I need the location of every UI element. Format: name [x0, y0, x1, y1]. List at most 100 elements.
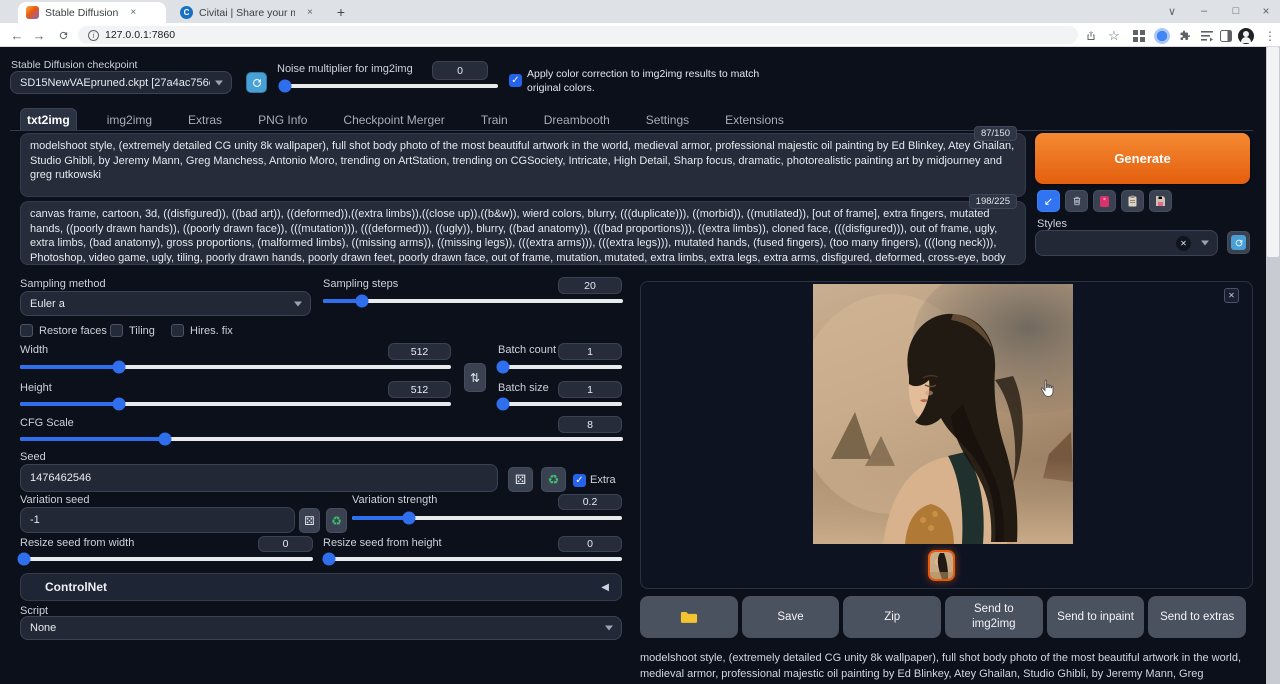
- variation-strength-slider[interactable]: [352, 516, 622, 520]
- negative-token-counter: 198/225: [969, 194, 1017, 209]
- save-button[interactable]: Save: [742, 596, 840, 638]
- tab-train[interactable]: Train: [475, 109, 514, 131]
- browser-menu-icon[interactable]: ⋮: [1262, 28, 1278, 44]
- window-minimize-button[interactable]: –: [1194, 3, 1214, 19]
- styles-clear-icon[interactable]: ✕: [1176, 236, 1191, 251]
- blue-extension-icon[interactable]: [1154, 28, 1170, 44]
- send-to-img2img-button[interactable]: Send to img2img: [945, 596, 1043, 638]
- hires-fix-checkbox[interactable]: [171, 324, 184, 337]
- send-to-inpaint-button[interactable]: Send to inpaint: [1047, 596, 1145, 638]
- variation-seed-input[interactable]: [20, 507, 295, 533]
- tiling-checkbox[interactable]: [110, 324, 123, 337]
- hires-fix-label: Hires. fix: [190, 325, 233, 337]
- restore-faces-label: Restore faces: [39, 325, 107, 337]
- tab-img2img[interactable]: img2img: [101, 109, 158, 131]
- checkpoint-refresh-button[interactable]: [246, 72, 267, 93]
- clear-prompt-button[interactable]: [1065, 190, 1088, 212]
- sampling-method-dropdown[interactable]: Euler a: [20, 291, 311, 316]
- noise-multiplier-slider[interactable]: [281, 84, 498, 88]
- color-correction-checkbox[interactable]: ✓: [509, 74, 522, 87]
- resize-seed-height-input[interactable]: [558, 536, 622, 552]
- profile-avatar[interactable]: [1238, 28, 1254, 44]
- noise-multiplier-label: Noise multiplier for img2img: [277, 63, 413, 75]
- variation-strength-input[interactable]: [558, 494, 622, 510]
- tab-close-icon[interactable]: ×: [130, 7, 136, 18]
- variation-reuse-seed-button[interactable]: ♻: [326, 508, 347, 533]
- window-close-button[interactable]: ×: [1256, 3, 1276, 19]
- width-input[interactable]: [388, 343, 451, 360]
- browser-tab-civitai[interactable]: C Civitai | Share your models ×: [172, 2, 324, 23]
- sampling-method-label: Sampling method: [20, 278, 106, 290]
- forward-icon[interactable]: →: [30, 26, 48, 44]
- seed-input[interactable]: [20, 464, 498, 492]
- browser-tab-stable-diffusion[interactable]: Stable Diffusion ×: [18, 2, 166, 23]
- back-icon[interactable]: ←: [8, 26, 26, 44]
- resize-seed-width-input[interactable]: [258, 536, 313, 552]
- tab-extensions[interactable]: Extensions: [719, 109, 790, 131]
- gallery-thumbnail[interactable]: [928, 550, 955, 581]
- batch-size-slider[interactable]: [498, 402, 622, 406]
- zip-button[interactable]: Zip: [843, 596, 941, 638]
- tab-png-info[interactable]: PNG Info: [252, 109, 313, 131]
- extra-networks-button[interactable]: [1093, 190, 1116, 212]
- variation-random-seed-button[interactable]: ⚄: [299, 508, 320, 533]
- negative-prompt-textarea[interactable]: canvas frame, cartoon, 3d, ((disfigured)…: [21, 202, 1025, 264]
- sampling-steps-input[interactable]: [558, 277, 622, 294]
- width-label: Width: [20, 344, 48, 356]
- tab-close-icon[interactable]: ×: [307, 7, 313, 18]
- cfg-scale-slider[interactable]: [20, 437, 623, 441]
- generated-image[interactable]: [813, 284, 1073, 544]
- controlnet-accordion[interactable]: ControlNet ◀: [20, 573, 622, 601]
- batch-size-label: Batch size: [498, 382, 549, 394]
- new-tab-button[interactable]: +: [332, 3, 350, 21]
- batch-size-input[interactable]: [558, 381, 622, 398]
- send-to-extras-button[interactable]: Send to extras: [1148, 596, 1246, 638]
- apply-style-button[interactable]: [1121, 190, 1144, 212]
- prompt-token-counter: 87/150: [974, 126, 1017, 141]
- reading-list-icon[interactable]: [1199, 28, 1215, 44]
- address-bar[interactable]: i 127.0.0.1:7860: [78, 26, 1078, 44]
- styles-dropdown[interactable]: ✕: [1035, 230, 1218, 256]
- sampling-steps-slider[interactable]: [323, 299, 623, 303]
- prompt-textarea[interactable]: modelshoot style, (extremely detailed CG…: [21, 134, 1025, 196]
- tab-extras[interactable]: Extras: [182, 109, 228, 131]
- extension-grid-icon[interactable]: [1131, 28, 1147, 44]
- reload-icon[interactable]: [54, 26, 72, 44]
- bookmark-star-icon[interactable]: ☆: [1106, 28, 1122, 44]
- main-tabnav: txt2img img2img Extras PNG Info Checkpoi…: [20, 107, 790, 131]
- reuse-seed-button[interactable]: ♻: [541, 467, 566, 492]
- styles-refresh-button[interactable]: [1227, 231, 1250, 254]
- paste-params-button[interactable]: ↙: [1037, 190, 1060, 212]
- height-input[interactable]: [388, 381, 451, 398]
- batch-count-slider[interactable]: [498, 365, 622, 369]
- cfg-scale-input[interactable]: [558, 416, 622, 433]
- generate-button[interactable]: Generate: [1035, 133, 1250, 184]
- window-chevron-icon[interactable]: ∨: [1162, 3, 1182, 19]
- batch-count-input[interactable]: [558, 343, 622, 360]
- height-slider[interactable]: [20, 402, 451, 406]
- tab-checkpoint-merger[interactable]: Checkpoint Merger: [337, 109, 450, 131]
- resize-seed-height-slider[interactable]: [323, 557, 622, 561]
- swap-dimensions-button[interactable]: ⇅: [464, 363, 486, 392]
- resize-seed-width-slider[interactable]: [20, 557, 313, 561]
- restore-faces-checkbox[interactable]: [20, 324, 33, 337]
- tab-dreambooth[interactable]: Dreambooth: [538, 109, 616, 131]
- side-panel-icon[interactable]: [1218, 28, 1234, 44]
- extra-seed-checkbox[interactable]: ✓: [573, 474, 586, 487]
- puzzle-extensions-icon[interactable]: [1177, 28, 1193, 44]
- tab-txt2img[interactable]: txt2img: [20, 108, 77, 131]
- seed-label: Seed: [20, 451, 46, 463]
- open-folder-button[interactable]: [640, 596, 738, 638]
- site-info-icon[interactable]: i: [88, 30, 99, 41]
- save-style-button[interactable]: [1149, 190, 1172, 212]
- share-icon[interactable]: [1083, 28, 1099, 44]
- tab-settings[interactable]: Settings: [640, 109, 695, 131]
- window-restore-button[interactable]: □: [1226, 3, 1246, 19]
- script-dropdown[interactable]: None: [20, 616, 622, 640]
- close-gallery-button[interactable]: ✕: [1224, 288, 1239, 303]
- random-seed-button[interactable]: ⚄: [508, 467, 533, 492]
- noise-multiplier-input[interactable]: [432, 61, 488, 80]
- width-slider[interactable]: [20, 365, 451, 369]
- page-scrollbar-thumb[interactable]: [1267, 47, 1279, 257]
- checkpoint-dropdown[interactable]: SD15NewVAEpruned.ckpt [27a4ac756c]: [10, 71, 232, 94]
